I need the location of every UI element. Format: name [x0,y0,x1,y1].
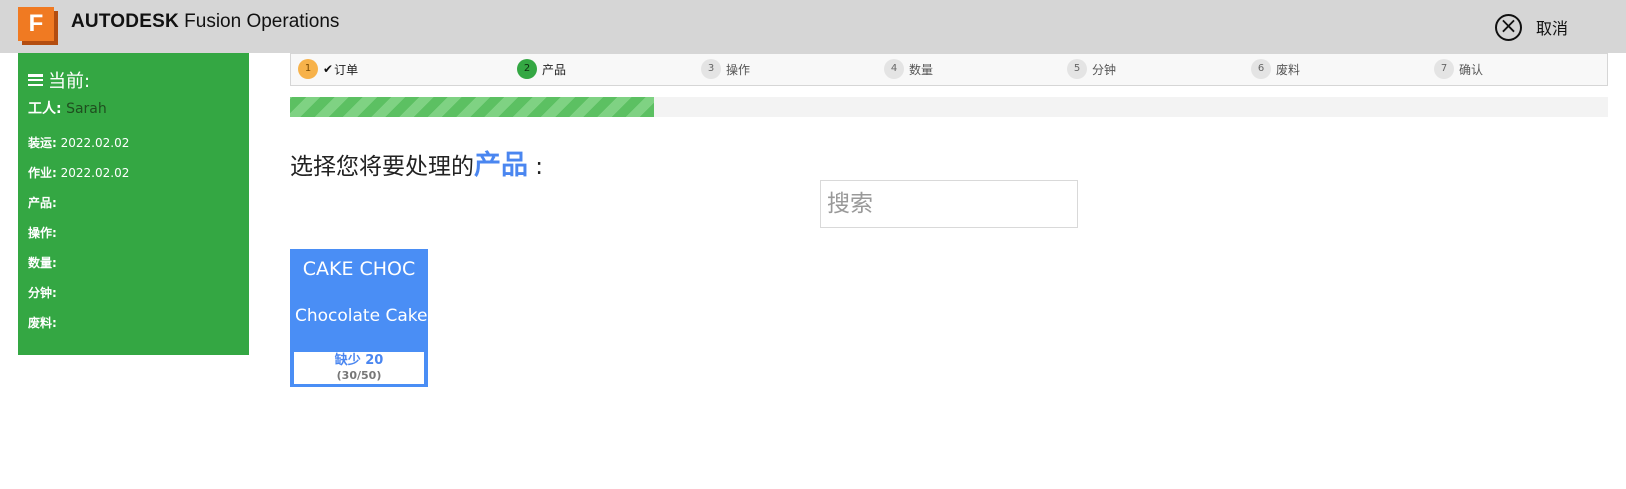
page-title: 选择您将要处理的产品 : [290,150,544,181]
checkmark-icon: ✔ [323,62,334,76]
close-circle-icon[interactable]: × [1495,13,1522,41]
product-quantity-box: 缺少 20 (30/50) [294,352,424,384]
wizard-steps: 1 ✔ 订单 2 产品 3 操作 4 数量 5 分钟 6 废料 7 确认 [290,53,1608,86]
scrap-row: 废料: [28,316,57,330]
quantity-ratio: (30/50) [336,369,382,382]
search-input[interactable] [820,180,1078,228]
minutes-row: 分钟: [28,286,57,300]
cancel-button[interactable]: × 取消 [1495,12,1568,42]
worker-value: Sarah [66,101,107,117]
product-name: Fusion Operations [184,11,340,32]
shortage-text: 缺少 20 [334,353,384,368]
job-row: 作业: 2022.02.02 [28,166,130,180]
quantity-row: 数量: [28,256,57,270]
product-name: Chocolate Cake [295,306,428,326]
heading-highlight: 产品 [474,150,528,181]
menu-icon [28,74,43,86]
step-order[interactable]: 1 ✔ 订单 [298,58,358,80]
panel-title: 当前: [28,67,90,93]
progress-bar-fill [290,97,654,117]
step-minutes[interactable]: 5 分钟 [1067,58,1116,80]
operation-row: 操作: [28,226,57,240]
step-operation[interactable]: 3 操作 [701,58,750,80]
step-quantity[interactable]: 4 数量 [884,58,933,80]
brand-title: AUTODESK Fusion Operations [71,11,339,33]
worker-label: 工人: [28,101,62,117]
step-product[interactable]: 2 产品 [517,58,566,80]
product-code: CAKE CHOC [302,258,416,280]
current-info-panel: 当前: 工人: Sarah 装运: 2022.02.02 作业: 2022.02… [18,53,249,355]
top-bar: F AUTODESK Fusion Operations × 取消 [0,0,1626,53]
shipment-row: 装运: 2022.02.02 [28,136,130,150]
step-scrap[interactable]: 6 废料 [1251,58,1300,80]
progress-bar [290,97,1608,117]
step-confirm[interactable]: 7 确认 [1434,58,1483,80]
worker-row: 工人: Sarah [28,98,107,118]
fusion-logo-icon: F [18,7,58,45]
cancel-label[interactable]: 取消 [1536,15,1568,39]
product-row: 产品: [28,196,57,210]
product-card[interactable]: CAKE CHOC Chocolate Cake 缺少 20 (30/50) [290,249,428,387]
brand-name: AUTODESK [71,11,179,32]
